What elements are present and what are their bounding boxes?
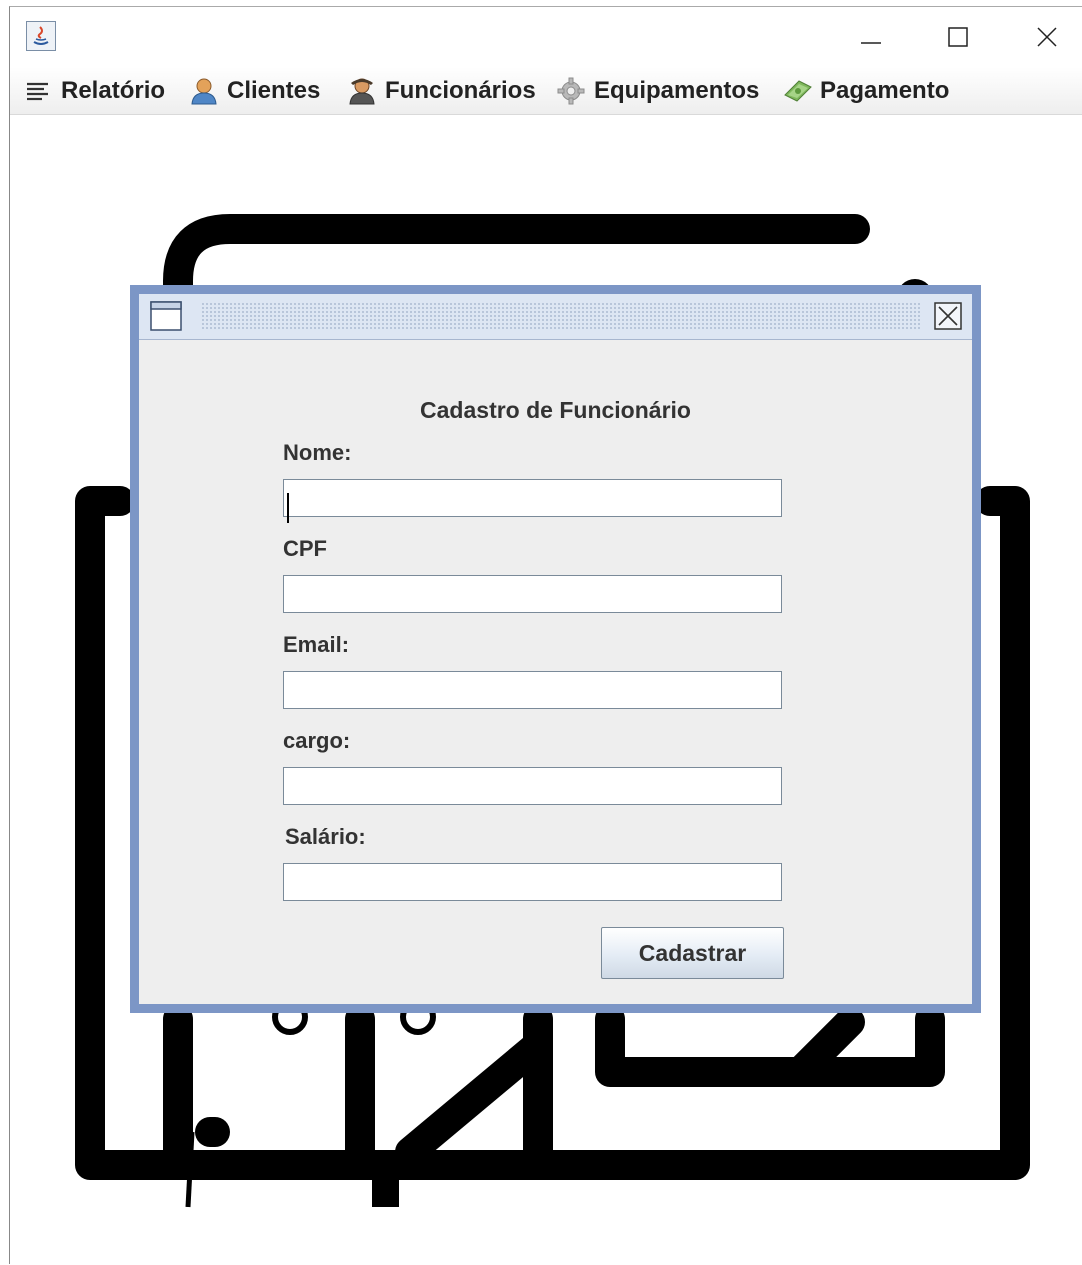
- text-caret: [287, 493, 289, 523]
- window-titlebar: [10, 7, 1082, 67]
- menu-bar: Relatório Clientes Funcionários Equipame…: [10, 67, 1082, 115]
- form-title: Cadastro de Funcionário: [420, 397, 691, 423]
- menu-item-label: Relatório: [61, 77, 166, 104]
- close-icon[interactable]: [934, 302, 962, 330]
- email-input[interactable]: [283, 671, 782, 709]
- menu-item-label: Clientes: [227, 77, 321, 104]
- menu-item-label: Equipamentos: [594, 77, 760, 104]
- close-window-button[interactable]: [1024, 17, 1070, 57]
- close-icon: [1037, 27, 1057, 47]
- dialog-content: Cadastro de Funcionário Nome: CPF Email:…: [139, 294, 972, 1004]
- titlebar-grip: [201, 302, 920, 330]
- cargo-input[interactable]: [283, 767, 782, 805]
- cpf-input[interactable]: [283, 575, 782, 613]
- cargo-label: cargo:: [283, 728, 351, 753]
- dialog-titlebar[interactable]: [139, 294, 972, 340]
- list-icon: [24, 77, 52, 105]
- user-icon: [190, 77, 218, 105]
- gear-icon: [557, 77, 585, 105]
- salario-label: Salário:: [285, 824, 366, 849]
- frame-icon: [150, 301, 182, 331]
- menu-item-equipamentos[interactable]: Equipamentos: [557, 75, 759, 107]
- menu-item-funcionarios[interactable]: Funcionários: [348, 75, 536, 107]
- money-icon: [783, 77, 812, 105]
- salario-input[interactable]: [283, 863, 782, 901]
- menu-item-label: Funcionários: [385, 77, 536, 104]
- menu-item-label: Pagamento: [820, 77, 950, 104]
- minimize-icon: [861, 42, 881, 44]
- email-label: Email:: [283, 632, 350, 657]
- cadastrar-button[interactable]: Cadastrar: [601, 927, 784, 979]
- employee-icon: [348, 77, 376, 105]
- cadastro-funcionario-dialog: Cadastro de Funcionário Nome: CPF Email:…: [130, 285, 981, 1013]
- menu-item-pagamento[interactable]: Pagamento: [783, 75, 949, 107]
- java-app-icon: [26, 21, 56, 51]
- maximize-icon: [948, 27, 968, 47]
- minimize-button[interactable]: [848, 17, 894, 57]
- nome-label: Nome:: [283, 440, 352, 465]
- menu-item-relatorio[interactable]: Relatório: [24, 75, 165, 107]
- cpf-label: CPF: [283, 536, 327, 561]
- maximize-button[interactable]: [935, 17, 981, 57]
- menu-item-clientes[interactable]: Clientes: [190, 75, 320, 107]
- nome-input[interactable]: [283, 479, 782, 517]
